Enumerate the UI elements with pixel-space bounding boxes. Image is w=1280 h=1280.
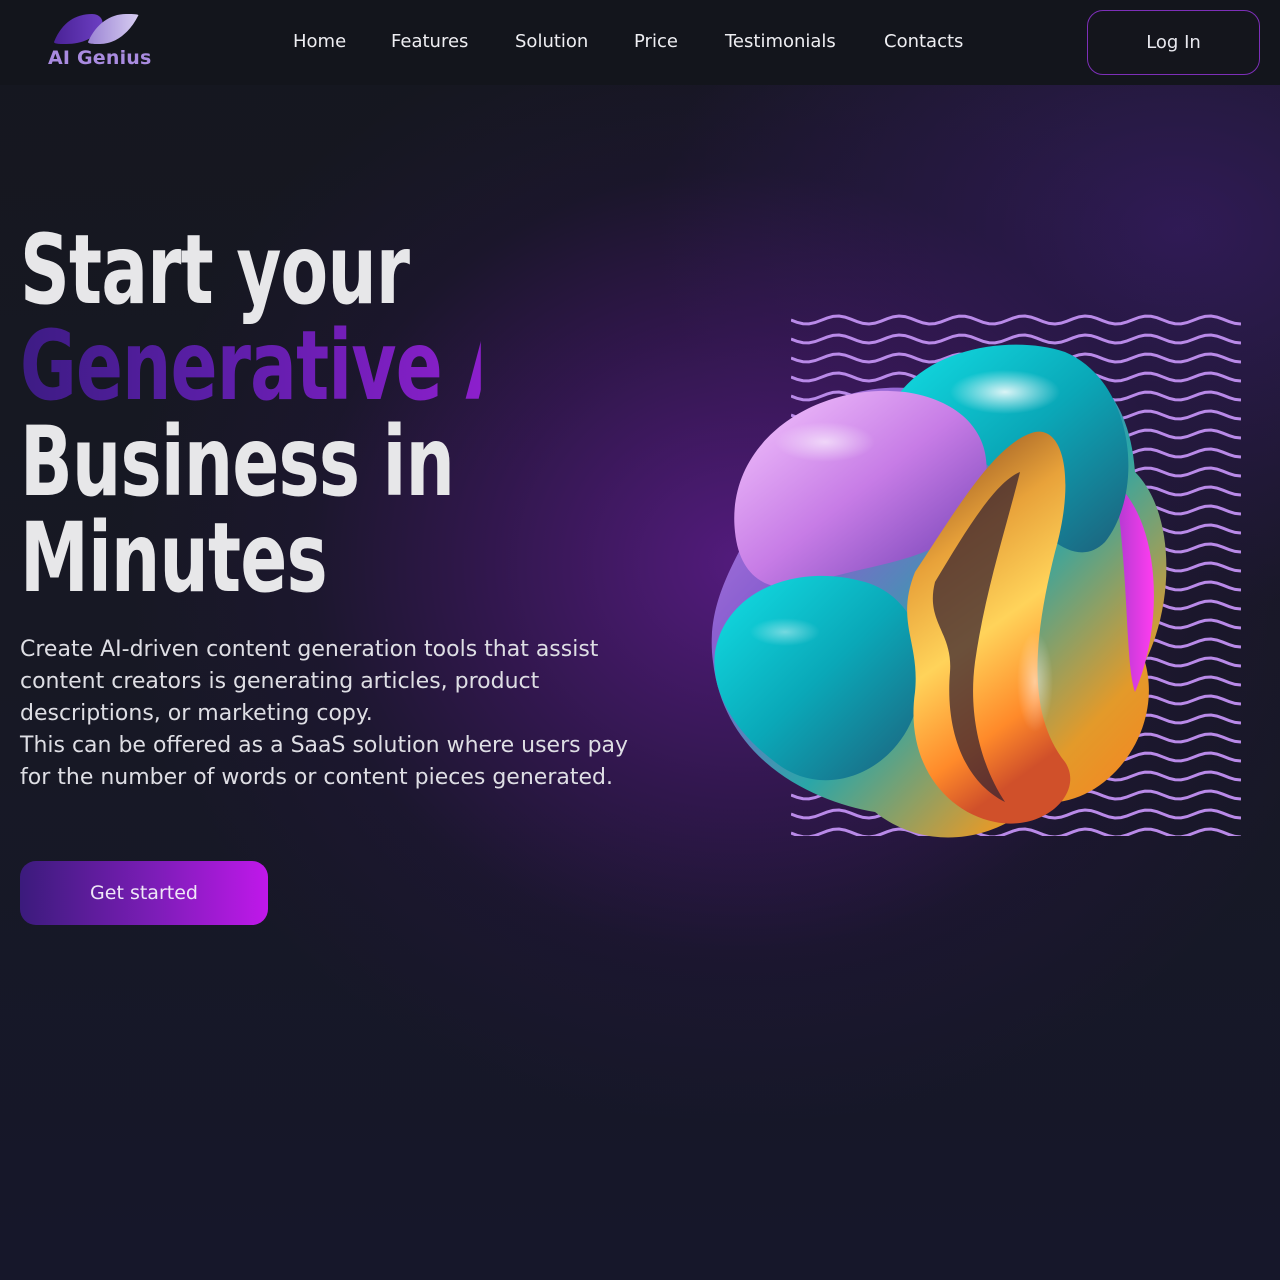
nav-link-features[interactable]: Features bbox=[391, 31, 468, 52]
hero-description: Create AI-driven content generation tool… bbox=[20, 634, 640, 794]
iridescent-blob-graphic bbox=[711, 344, 1167, 838]
headline-accent-line: Generative AI bbox=[20, 310, 544, 422]
hero-description-paragraph-1: Create AI-driven content generation tool… bbox=[20, 637, 599, 726]
nav-link-solution[interactable]: Solution bbox=[515, 31, 588, 52]
nav-link-price[interactable]: Price bbox=[634, 31, 678, 52]
nav-link-home[interactable]: Home bbox=[293, 31, 346, 52]
headline-line-4: Minutes bbox=[20, 502, 328, 614]
login-button[interactable]: Log In bbox=[1087, 10, 1260, 75]
brand-logo[interactable]: AI Genius bbox=[48, 10, 151, 70]
top-navbar: AI Genius Home Features Solution Price T… bbox=[0, 0, 1280, 85]
brand-name: AI Genius bbox=[48, 47, 152, 69]
headline-line-1: Start your bbox=[20, 214, 410, 326]
headline-line-3: Business in bbox=[20, 406, 455, 518]
nav-link-testimonials[interactable]: Testimonials bbox=[725, 31, 836, 52]
wave-line bbox=[791, 314, 1241, 326]
ai-genius-logo-icon bbox=[54, 14, 139, 44]
hero-description-paragraph-2: This can be offered as a SaaS solution w… bbox=[20, 733, 629, 790]
hero-headline: Start your Generative AI Business in Min… bbox=[20, 214, 544, 614]
nav-link-contacts[interactable]: Contacts bbox=[884, 31, 963, 52]
get-started-button[interactable]: Get started bbox=[20, 861, 268, 925]
hero-illustration bbox=[705, 310, 1250, 845]
